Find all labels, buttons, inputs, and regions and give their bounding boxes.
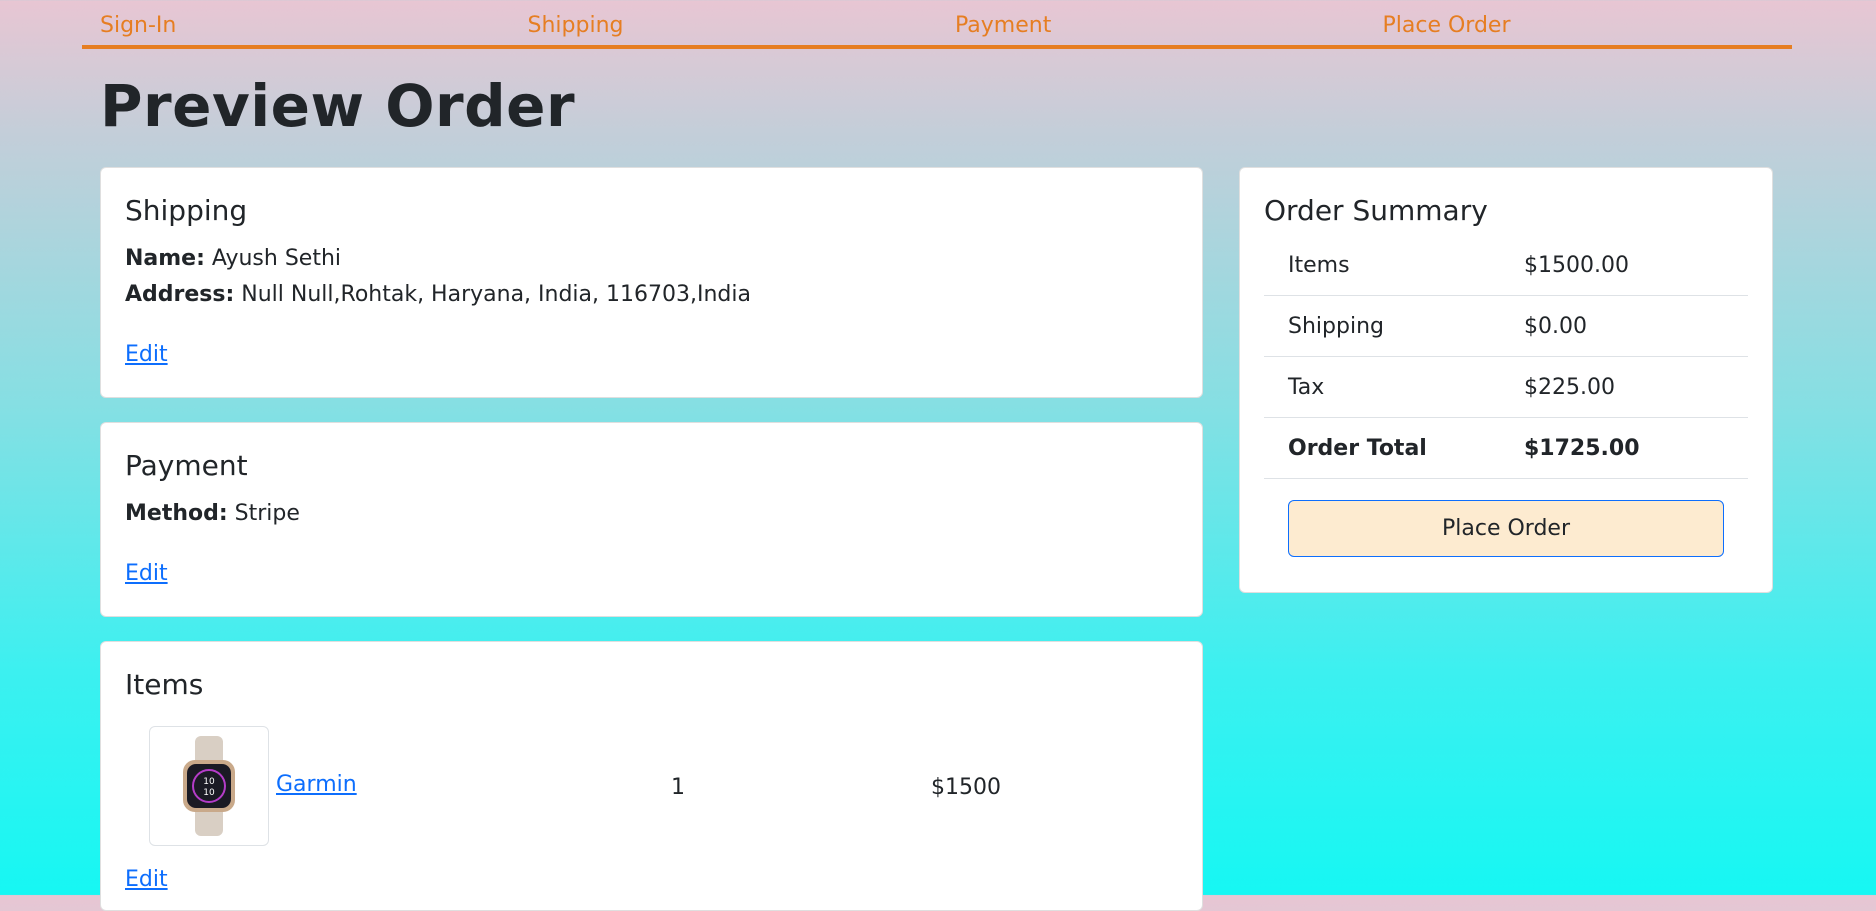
items-heading: Items	[125, 668, 204, 701]
page-title: Preview Order	[100, 72, 576, 140]
payment-heading: Payment	[125, 449, 248, 482]
shipping-card: Shipping Name: Ayush Sethi Address: Null…	[100, 167, 1203, 398]
step-place-order: Place Order	[1382, 13, 1511, 38]
checkout-steps: Sign-In Shipping Payment Place Order	[82, 0, 1792, 49]
svg-text:10: 10	[203, 777, 215, 787]
method-value: Stripe	[234, 501, 300, 526]
item-image: 10 10	[149, 726, 269, 846]
svg-text:10: 10	[203, 788, 215, 798]
address-label: Address:	[125, 282, 235, 307]
step-sign-in: Sign-In	[100, 13, 177, 38]
summary-value: $1725.00	[1524, 436, 1640, 461]
summary-label: Shipping	[1288, 314, 1384, 339]
summary-label: Order Total	[1288, 436, 1427, 461]
method-label: Method:	[125, 501, 228, 526]
name-value: Ayush Sethi	[211, 246, 342, 271]
summary-value: $1500.00	[1524, 253, 1629, 278]
step-payment: Payment	[955, 13, 1052, 38]
shipping-heading: Shipping	[125, 194, 248, 227]
items-card: Items 10 10 Garmin 1 $1500 Edit	[100, 641, 1203, 911]
address-value: Null Null,Rohtak, Haryana, India, 116703…	[241, 282, 751, 307]
payment-method-line: Method: Stripe	[125, 501, 300, 526]
order-summary-heading: Order Summary	[1264, 194, 1488, 227]
shipping-name-line: Name: Ayush Sethi	[125, 246, 341, 271]
shipping-address-line: Address: Null Null,Rohtak, Haryana, Indi…	[125, 282, 751, 307]
summary-row-tax: Tax $225.00	[1264, 357, 1748, 418]
step-shipping: Shipping	[527, 13, 624, 38]
summary-label: Items	[1288, 253, 1350, 278]
payment-card: Payment Method: Stripe Edit	[100, 422, 1203, 617]
order-summary-card: Order Summary Items $1500.00 Shipping $0…	[1239, 167, 1773, 593]
place-order-button[interactable]: Place Order	[1288, 500, 1724, 557]
item-name-link[interactable]: Garmin	[276, 772, 357, 797]
summary-value: $0.00	[1524, 314, 1587, 339]
summary-label: Tax	[1288, 375, 1325, 400]
summary-value: $225.00	[1524, 375, 1615, 400]
name-label: Name:	[125, 246, 205, 271]
summary-row-shipping: Shipping $0.00	[1264, 296, 1748, 357]
summary-row-items: Items $1500.00	[1264, 235, 1748, 296]
smartwatch-icon: 10 10	[183, 736, 235, 836]
edit-shipping-link[interactable]: Edit	[125, 342, 168, 367]
edit-payment-link[interactable]: Edit	[125, 561, 168, 586]
edit-items-link[interactable]: Edit	[125, 867, 168, 892]
item-price: $1500	[931, 775, 1001, 800]
item-quantity: 1	[671, 775, 685, 800]
summary-row-order-total: Order Total $1725.00	[1264, 418, 1748, 479]
